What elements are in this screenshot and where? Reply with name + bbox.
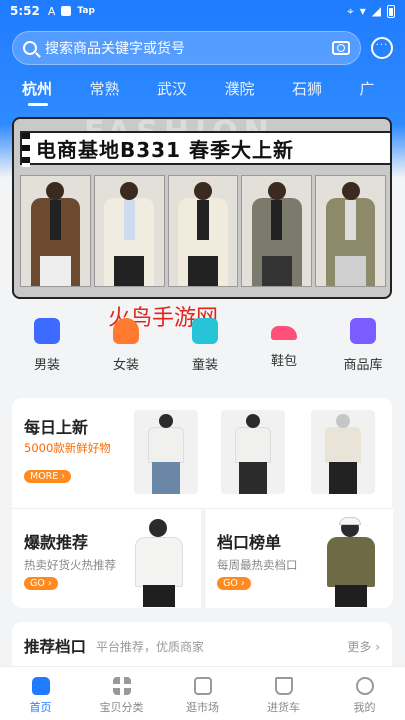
banner-photo	[241, 175, 313, 287]
banner-photo	[167, 175, 239, 287]
category-label: 男装	[33, 358, 60, 373]
category-menswear[interactable]: 男装	[9, 318, 85, 378]
location-icon: ⌖	[346, 3, 354, 18]
more-options-icon[interactable]: ···	[371, 37, 393, 59]
category-label: 女装	[112, 358, 139, 373]
recommended-stalls-more-link[interactable]: 更多 ›	[347, 638, 380, 655]
banner-title-strip: 电商基地B331 春季大上新	[20, 131, 390, 167]
menswear-icon	[34, 318, 60, 344]
wifi-icon: ▾	[359, 4, 366, 18]
nav-label: 首页	[29, 701, 52, 714]
stall-rank-title: 档口榜单	[217, 533, 282, 552]
hot-picks-model-image	[125, 515, 193, 607]
bottom-nav: 首页 宝贝分类 逛市场 进货车 我的	[0, 666, 405, 720]
tab-city-guang[interactable]: 广	[338, 78, 405, 108]
hot-picks-subtitle: 热卖好货火热推荐	[24, 558, 116, 572]
shoe-bag-icon	[271, 326, 297, 340]
category-label: 商品库	[343, 358, 383, 373]
womenswear-icon	[113, 318, 139, 344]
nav-home[interactable]: 首页	[0, 667, 81, 720]
category-grid-icon	[112, 677, 131, 695]
promo-banner[interactable]: FASHION 电商基地B331 春季大上新	[12, 117, 392, 299]
battery-icon	[387, 4, 395, 18]
signal-icon: ◢	[371, 4, 381, 18]
product-thumbnail[interactable]	[311, 410, 375, 494]
banner-checker-left	[22, 133, 30, 167]
nav-label: 进货车	[267, 701, 300, 714]
camera-search-icon[interactable]	[332, 41, 350, 55]
search-icon	[23, 41, 37, 55]
category-label: 童装	[191, 358, 218, 373]
market-icon	[193, 677, 212, 695]
home-icon	[31, 677, 50, 695]
nav-categories[interactable]: 宝贝分类	[81, 667, 162, 720]
tab-city-wuhan[interactable]: 武汉	[135, 78, 203, 108]
tab-city-hangzhou[interactable]: 杭州	[0, 78, 68, 108]
recommended-stalls-title: 推荐档口	[24, 638, 87, 656]
stall-rank-model-image	[317, 515, 385, 607]
nav-label: 宝贝分类	[99, 701, 144, 714]
tab-city-changshu[interactable]: 常熟	[68, 78, 136, 108]
tab-city-shishi[interactable]: 石狮	[270, 78, 338, 108]
banner-photo	[315, 175, 386, 287]
category-shoes-bags[interactable]: 鞋包	[246, 318, 322, 378]
daily-new-card[interactable]: 每日上新 5000款新鲜好物 MORE ›	[12, 398, 392, 508]
profile-icon	[355, 677, 374, 695]
search-bar[interactable]: 搜索商品关键字或货号	[12, 31, 361, 65]
recommended-stalls-subtitle: 平台推荐，优质商家	[96, 639, 205, 654]
city-tabs: 杭州 常熟 武汉 濮院 石狮 广	[0, 78, 405, 108]
status-bar: 5:52 A Tap ⌖ ▾ ◢	[0, 0, 405, 22]
notification-square-icon	[61, 6, 72, 16]
banner-title: 电商基地B331 春季大上新	[36, 137, 294, 162]
banner-photo	[93, 175, 165, 287]
nav-profile[interactable]: 我的	[324, 667, 405, 720]
notification-a-icon: A	[47, 4, 56, 18]
stall-rank-card[interactable]: 档口榜单 每周最热卖档口 GO ›	[204, 508, 393, 608]
category-product-library[interactable]: 商品库	[325, 318, 401, 378]
category-row: 男装 女装 童装 鞋包 商品库	[0, 318, 405, 378]
daily-new-subtitle: 5000款新鲜好物	[24, 441, 111, 455]
product-thumbnail[interactable]	[221, 410, 285, 494]
category-label: 鞋包	[270, 354, 297, 369]
cart-icon	[274, 677, 293, 695]
hot-picks-go-button[interactable]: GO ›	[24, 577, 58, 590]
product-library-icon	[350, 318, 376, 344]
nav-cart[interactable]: 进货车	[243, 667, 324, 720]
recommended-stalls-section: 推荐档口 平台推荐，优质商家 更多 ›	[12, 622, 392, 670]
product-thumbnail[interactable]	[134, 410, 198, 494]
nav-market[interactable]: 逛市场	[162, 667, 243, 720]
stall-rank-subtitle: 每周最热卖档口	[217, 558, 298, 572]
hot-picks-card[interactable]: 爆款推荐 热卖好货火热推荐 GO ›	[12, 508, 201, 608]
banner-photos	[20, 175, 386, 287]
category-womenswear[interactable]: 女装	[88, 318, 164, 378]
daily-new-title: 每日上新	[24, 418, 89, 437]
tap-app-icon: Tap	[77, 6, 95, 16]
hot-picks-title: 爆款推荐	[24, 533, 89, 552]
nav-label: 逛市场	[186, 701, 219, 714]
search-input[interactable]: 搜索商品关键字或货号	[45, 38, 332, 58]
status-time: 5:52	[10, 4, 40, 18]
category-kidswear[interactable]: 童装	[167, 318, 243, 378]
nav-label: 我的	[353, 701, 376, 714]
banner-photo	[20, 175, 91, 287]
stall-rank-go-button[interactable]: GO ›	[217, 577, 251, 590]
daily-new-more-button[interactable]: MORE ›	[24, 470, 72, 483]
kidswear-icon	[192, 318, 218, 344]
tab-city-puyuan[interactable]: 濮院	[203, 78, 271, 108]
